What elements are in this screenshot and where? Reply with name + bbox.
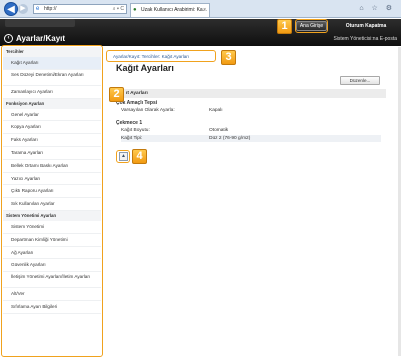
browser-tab[interactable]: ● Uzak Kullanıcı Arabirimi: Ka... ×	[130, 3, 210, 17]
setting-value: Düz 2 (76-90 g/m2)	[209, 136, 251, 141]
forward-arrow-icon[interactable]: ▶	[18, 4, 28, 14]
setting-row: Kağıt Boyutu: Otomatik	[121, 127, 381, 134]
user-label: Sistem Yöneticisi:na E-posta	[333, 36, 397, 42]
address-text: http://	[44, 6, 57, 12]
setting-key: Kağıt Tipi:	[121, 136, 143, 141]
page-favicon-icon: ●	[133, 7, 137, 13]
browser-icons[interactable]: ⌂ ☆ ⚙	[359, 4, 395, 12]
address-controls[interactable]: ⌕ ▾ C	[113, 5, 124, 13]
setting-key: Kağıt Boyutu:	[121, 128, 150, 133]
setting-value: Otomatik	[209, 128, 229, 133]
tab-close-icon[interactable]: ×	[203, 4, 206, 17]
portal-title: ‹ Ayarlar/Kayıt	[4, 34, 65, 44]
settings-section-header: ıt Ayarları	[116, 89, 386, 98]
callout-frame-1	[295, 19, 328, 33]
callout-frame-4	[116, 150, 130, 163]
callout-frame-sidebar	[1, 45, 103, 357]
edit-button[interactable]: Düzenle...	[340, 76, 380, 85]
callout-badge-3: 3	[221, 50, 236, 65]
ie-logo-icon: e	[36, 6, 40, 12]
setting-row: Kağıt Tipi: Düz 2 (76-90 g/m2)	[121, 135, 381, 142]
main-content: Ayarlar/Kayıt: Tercihler: Kağıt Ayarları…	[104, 47, 398, 356]
setting-key: Varsayılan Olarak Ayarla:	[121, 108, 175, 113]
page-title: Kağıt Ayarları	[116, 63, 174, 73]
drawer-label: Çekmece 1	[116, 120, 143, 126]
setting-value: Kapalı	[209, 108, 223, 113]
callout-badge-1: 1	[277, 19, 292, 34]
back-circle-icon[interactable]: ‹	[4, 34, 13, 43]
app-header: ‹ Ayarlar/Kayıt Ana Girişe Oturum Kapatma…	[0, 19, 401, 46]
setting-row: Varsayılan Olarak Ayarla: Kapalı	[121, 107, 381, 114]
callout-badge-4: 4	[132, 149, 147, 164]
address-bar[interactable]: e http:// ⌕ ▾ C	[33, 4, 127, 14]
browser-toolbar: ◀ ▶ e http:// ⌕ ▾ C ● Uzak Kullanıcı Ara…	[0, 0, 401, 18]
logout-button[interactable]: Oturum Kapatma	[335, 21, 397, 31]
back-arrow-icon[interactable]: ◀	[4, 2, 18, 16]
callout-frame-3	[106, 50, 216, 62]
tab-title: Uzak Kullanıcı Arabirimi: Ka...	[141, 7, 207, 13]
callout-badge-2: 2	[109, 87, 124, 102]
brand-logo	[5, 19, 75, 27]
